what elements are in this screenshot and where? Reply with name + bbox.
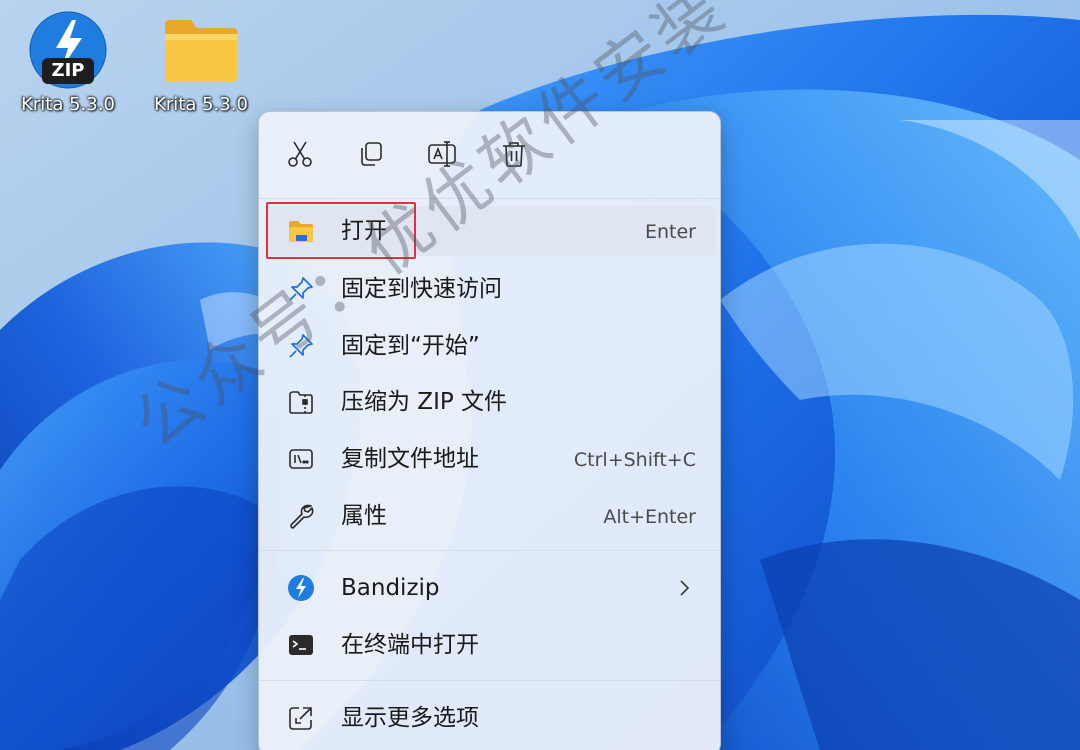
chevron-right-icon [680, 580, 690, 596]
menu-item-label: 固定到快速访问 [341, 276, 502, 302]
desktop-icon-label: Krita 5.3.0 [21, 94, 115, 115]
annotation-highlight-box [266, 202, 416, 259]
desktop-icon-label: Krita 5.3.0 [154, 94, 248, 115]
menu-item-show-more-options[interactable]: 显示更多选项 [265, 693, 716, 743]
scissors-icon [288, 141, 312, 167]
trash-icon [503, 142, 525, 167]
copy-icon [361, 142, 382, 166]
bandizip-icon [288, 575, 314, 601]
copy-path-icon [289, 449, 313, 469]
terminal-icon [289, 635, 313, 655]
menu-item-compress-to-zip[interactable]: 压缩为 ZIP 文件 [265, 377, 716, 427]
zip-folder-icon [289, 391, 313, 414]
menu-separator [259, 550, 720, 551]
delete-button[interactable] [494, 134, 534, 174]
menu-item-shortcut: Enter [645, 221, 696, 243]
menu-item-shortcut: Alt+Enter [603, 506, 696, 528]
bandizip-zip-archive-icon: ZIP [28, 10, 108, 90]
menu-item-bandizip[interactable]: Bandizip [265, 563, 716, 613]
pin-icon [289, 334, 313, 358]
zip-badge-text: ZIP [51, 60, 85, 81]
menu-item-label: 在终端中打开 [341, 632, 479, 658]
cut-button[interactable] [280, 134, 320, 174]
menu-item-label: Bandizip [341, 575, 440, 601]
menu-item-label: 复制文件地址 [341, 446, 479, 472]
desktop-icon-zip-archive[interactable]: ZIP Krita 5.3.0 [8, 10, 128, 115]
menu-item-properties[interactable]: 属性 Alt+Enter [265, 491, 716, 541]
desktop-icon-folder[interactable]: Krita 5.3.0 [141, 10, 261, 115]
pin-icon [289, 277, 313, 301]
copy-button[interactable] [351, 134, 391, 174]
menu-item-label: 固定到“开始” [341, 333, 480, 359]
menu-item-open-in-terminal[interactable]: 在终端中打开 [265, 620, 716, 670]
context-menu-quick-actions [259, 112, 720, 198]
menu-item-label: 压缩为 ZIP 文件 [341, 389, 508, 415]
folder-icon [161, 10, 241, 90]
menu-item-pin-to-quick-access[interactable]: 固定到快速访问 [265, 264, 716, 314]
menu-item-label: 显示更多选项 [341, 705, 479, 731]
rename-button[interactable] [422, 134, 462, 174]
menu-separator [259, 680, 720, 681]
menu-item-copy-as-path[interactable]: 复制文件地址 Ctrl+Shift+C [265, 434, 716, 484]
rename-icon [428, 141, 456, 167]
menu-separator [259, 198, 720, 199]
menu-item-shortcut: Ctrl+Shift+C [573, 449, 696, 471]
menu-item-pin-to-start[interactable]: 固定到“开始” [265, 321, 716, 371]
menu-item-label: 属性 [341, 503, 387, 529]
show-more-icon [289, 707, 312, 730]
wrench-icon [290, 504, 314, 529]
